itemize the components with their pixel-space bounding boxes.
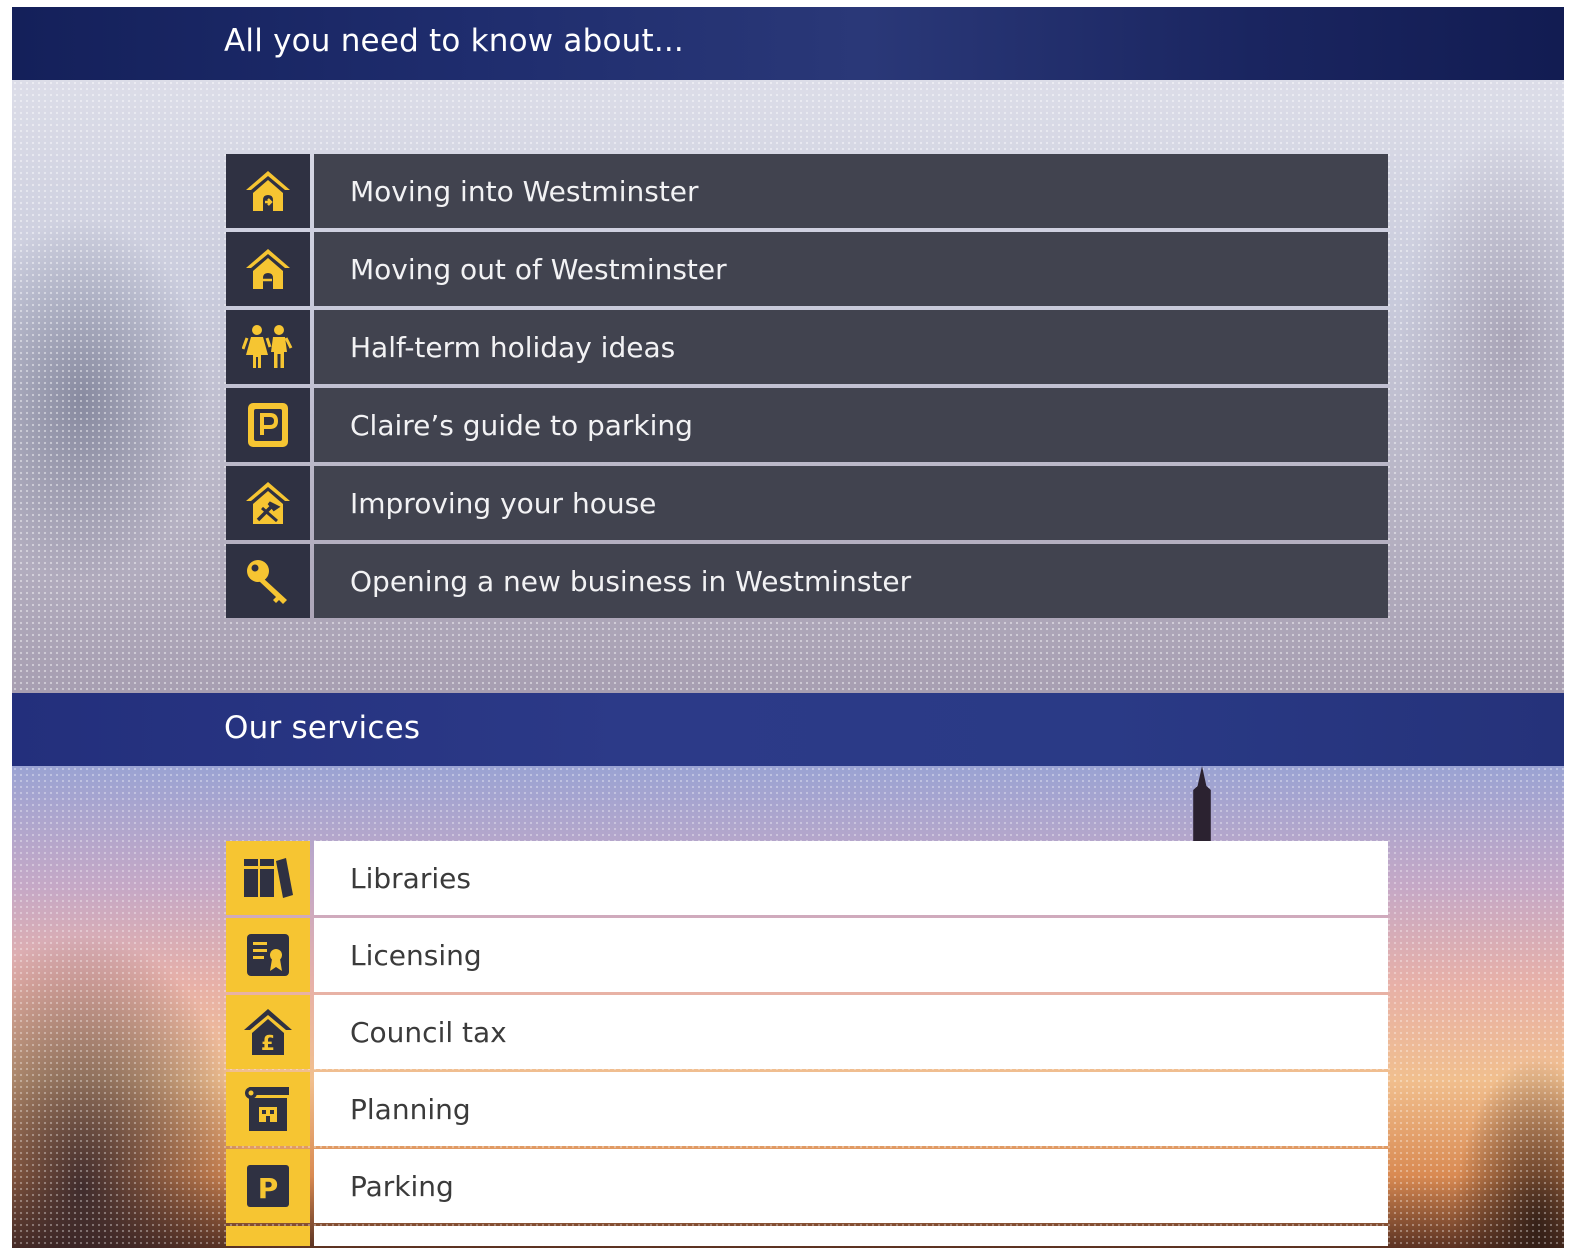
page-frame: All you need to know about... Moving int…: [12, 7, 1564, 1248]
books-icon: [226, 841, 310, 915]
house-arrow-in-icon: [226, 154, 310, 228]
list-item-half-term[interactable]: Half-term holiday ideas: [226, 310, 1388, 384]
list-item-label: Council tax: [350, 1015, 507, 1049]
list-item-label: Moving into Westminster: [350, 174, 699, 208]
list-item-label: Claire’s guide to parking: [350, 408, 693, 442]
list-item-parking-guide[interactable]: Claire’s guide to parking: [226, 388, 1388, 462]
list-item-label-box: Planning: [314, 1072, 1388, 1146]
list-item-label: Planning: [350, 1092, 471, 1126]
list-item-label-box: Parking: [314, 1149, 1388, 1223]
list-item-label-box: Moving into Westminster: [314, 154, 1388, 228]
list-item-label: Parking: [350, 1169, 454, 1203]
parking-icon: P: [226, 1149, 310, 1223]
list-item-moving-in[interactable]: Moving into Westminster: [226, 154, 1388, 228]
list-item-parking[interactable]: P Parking: [226, 1149, 1388, 1223]
list-item-label-box: Claire’s guide to parking: [314, 388, 1388, 462]
list-item-label: Libraries: [350, 861, 471, 895]
parking-glyph: P: [258, 1172, 279, 1205]
list-item-label: Opening a new business in Westminster: [350, 564, 912, 598]
house-pound-icon: £: [226, 995, 310, 1069]
family-icon: [226, 310, 310, 384]
list-item-moving-out[interactable]: Moving out of Westminster: [226, 232, 1388, 306]
list-item-label-box: Licensing: [314, 918, 1388, 992]
list-item-partial[interactable]: [226, 1226, 1388, 1246]
list-item-label: Licensing: [350, 938, 482, 972]
section-header-services: Our services: [12, 693, 1564, 766]
list-item-label-box: Moving out of Westminster: [314, 232, 1388, 306]
certificate-icon: [226, 918, 310, 992]
pound-glyph: £: [261, 1031, 275, 1055]
list-item-label: Half-term holiday ideas: [350, 330, 676, 364]
list-item-label: Improving your house: [350, 486, 657, 520]
list-item-libraries[interactable]: Libraries: [226, 841, 1388, 915]
house-tools-icon: [226, 466, 310, 540]
cut-off-icon: [226, 1226, 310, 1246]
building-plan-icon: [226, 1072, 310, 1146]
list-item-label-box: Libraries: [314, 841, 1388, 915]
section-title-services: Our services: [224, 710, 421, 746]
list-item-label-box: Half-term holiday ideas: [314, 310, 1388, 384]
list-item-improving-house[interactable]: Improving your house: [226, 466, 1388, 540]
parking-icon: [226, 388, 310, 462]
section-title-know-about: All you need to know about...: [224, 23, 684, 59]
list-item-council-tax[interactable]: £ Council tax: [226, 995, 1388, 1069]
list-item-label-box: Improving your house: [314, 466, 1388, 540]
key-icon: [226, 544, 310, 618]
know-about-list: Moving into Westminster Moving out of We…: [226, 154, 1388, 622]
list-item-label-box: [314, 1226, 1388, 1246]
services-list: Libraries Licensing £ Council tax Planni…: [226, 841, 1388, 1248]
list-item-planning[interactable]: Planning: [226, 1072, 1388, 1146]
list-item-label: Moving out of Westminster: [350, 252, 727, 286]
section-header-know-about: All you need to know about...: [12, 7, 1564, 80]
house-arrow-out-icon: [226, 232, 310, 306]
list-item-label-box: Council tax: [314, 995, 1388, 1069]
list-item-licensing[interactable]: Licensing: [226, 918, 1388, 992]
list-item-new-business[interactable]: Opening a new business in Westminster: [226, 544, 1388, 618]
list-item-label-box: Opening a new business in Westminster: [314, 544, 1388, 618]
